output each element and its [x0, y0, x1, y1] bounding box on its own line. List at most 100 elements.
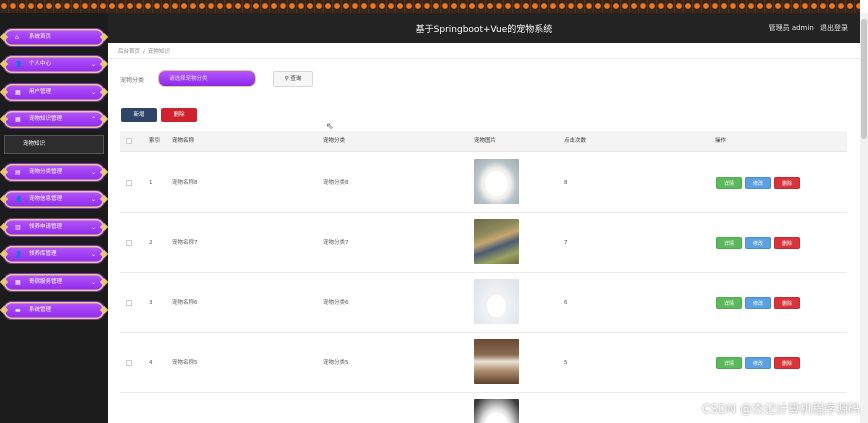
edit-button[interactable]: 修改	[745, 357, 771, 369]
column-header-clicks: 点击次数	[564, 138, 587, 144]
edit-button[interactable]: 修改	[745, 237, 771, 249]
sidebar-item-label: 领养申请管理	[29, 224, 63, 230]
row-checkbox[interactable]	[126, 180, 132, 186]
divider	[108, 58, 860, 59]
chevron-down-icon: ⌄	[90, 169, 96, 176]
sidebar: ⌂ 系统首页 👤 个人中心 ⌄ ▦ 用户管理 ⌄ ▦ 宠物知识管理 ⌃ 宠物知识…	[0, 13, 108, 423]
breadcrumb-home[interactable]: 后台首页	[118, 49, 140, 55]
pet-image	[474, 399, 519, 423]
cell-category: 宠物分类8	[323, 180, 349, 186]
cell-index: 1	[149, 180, 153, 186]
edit-button[interactable]: 修改	[745, 177, 771, 189]
detail-button[interactable]: 详情	[716, 237, 742, 249]
select-all-checkbox[interactable]	[126, 138, 132, 144]
sidebar-item-boarding-service-management[interactable]: ▦ 寄宿服务管理 ⌄	[4, 274, 104, 291]
chevron-down-icon: ⌄	[90, 61, 96, 68]
cell-index: 2	[149, 240, 153, 246]
chevron-down-icon: ⌄	[90, 251, 96, 258]
column-header-name: 宠物名称	[172, 138, 195, 144]
cell-clicks: 6	[564, 300, 568, 306]
sidebar-item-pet-knowledge-management[interactable]: ▦ 宠物知识管理 ⌃	[4, 111, 104, 128]
breadcrumb-separator: /	[143, 49, 145, 55]
list-icon: ▤	[15, 169, 21, 176]
detail-button[interactable]: 详情	[716, 297, 742, 309]
column-header-actions: 操作	[715, 138, 727, 144]
sidebar-item-personal-center[interactable]: 👤 个人中心 ⌄	[4, 56, 104, 73]
add-button[interactable]: 新增	[121, 108, 157, 122]
detail-button[interactable]: 详情	[716, 177, 742, 189]
search-icon: ⚲	[284, 76, 289, 82]
logout-link[interactable]: 退出登录	[820, 24, 848, 32]
sidebar-subitem-pet-knowledge[interactable]: 宠物知识	[4, 135, 104, 154]
category-select[interactable]	[158, 70, 256, 87]
sidebar-item-label: 个人中心	[29, 61, 52, 67]
sidebar-item-label: 领养库管理	[29, 251, 57, 257]
search-button[interactable]: ⚲ 查询	[273, 71, 313, 87]
cell-index: 3	[149, 300, 153, 306]
chevron-down-icon: ⌄	[90, 224, 96, 231]
header-user-area: 管理员 admin 退出登录	[765, 23, 848, 33]
delete-button[interactable]: 删除	[774, 357, 800, 369]
cell-name: 宠物名称7	[172, 240, 198, 246]
search-category-label: 宠物分类	[120, 77, 145, 84]
edit-button[interactable]: 修改	[745, 297, 771, 309]
cell-name: 宠物名称5	[172, 360, 198, 366]
chevron-down-icon: ⌄	[90, 89, 96, 96]
delete-button[interactable]: 删除	[774, 237, 800, 249]
home-icon: ⌂	[15, 34, 19, 41]
sidebar-item-pet-info-management[interactable]: 👤 宠物信息管理 ⌄	[4, 191, 104, 208]
table-header: 索引 宠物名称 宠物分类 宠物图片 点击次数 操作	[120, 131, 847, 152]
sidebar-item-adoption-application-management[interactable]: ▥ 领养申请管理 ⌄	[4, 219, 104, 236]
cell-category: 宠物分类7	[323, 240, 349, 246]
column-header-category: 宠物分类	[323, 138, 346, 144]
delete-button[interactable]: 删除	[774, 177, 800, 189]
pet-image	[474, 159, 519, 204]
sidebar-item-adoption-library-management[interactable]: 👤 领养库管理 ⌄	[4, 246, 104, 263]
cell-clicks: 8	[564, 180, 568, 186]
user-icon: 👤	[15, 196, 23, 203]
pet-image	[474, 279, 519, 324]
cell-category: 宠物分类6	[323, 300, 349, 306]
chevron-down-icon: ⌄	[90, 279, 96, 286]
admin-label: 管理员 admin	[768, 24, 814, 32]
sidebar-item-label: 用户管理	[29, 89, 52, 95]
row-checkbox[interactable]	[126, 300, 132, 306]
sidebar-item-system-management[interactable]: ▬ 系统管理	[4, 302, 104, 319]
table-row: 2 宠物名称7 宠物分类7 7 详情 修改 删除	[120, 212, 847, 273]
sidebar-item-label: 宠物分类管理	[29, 169, 63, 175]
cell-index: 4	[149, 360, 153, 366]
sidebar-subitem-label: 宠物知识	[23, 141, 46, 147]
user-icon: 👤	[15, 251, 23, 258]
scrollbar-thumb[interactable]	[861, 19, 867, 139]
top-header: 基于Springboot+Vue的宠物系统 管理员 admin 退出登录	[108, 13, 860, 43]
sidebar-item-home[interactable]: ⌂ 系统首页	[4, 29, 104, 46]
chart-icon: ▥	[15, 224, 21, 231]
detail-button[interactable]: 详情	[716, 357, 742, 369]
breadcrumb-current: 宠物知识	[147, 49, 170, 55]
cell-category: 宠物分类5	[323, 360, 349, 366]
cell-clicks: 5	[564, 360, 568, 366]
decorative-top-strip	[0, 0, 868, 13]
column-header-index: 索引	[149, 138, 161, 144]
sidebar-item-label: 寄宿服务管理	[29, 279, 63, 285]
cell-clicks: 7	[564, 240, 568, 246]
grid-icon: ▦	[15, 279, 21, 286]
cell-name: 宠物名称6	[172, 300, 198, 306]
top-right-corner	[860, 0, 868, 13]
chevron-up-icon: ⌃	[90, 116, 96, 123]
delete-button[interactable]: 删除	[774, 297, 800, 309]
sidebar-item-label: 系统管理	[29, 307, 52, 313]
row-checkbox[interactable]	[126, 360, 132, 366]
batch-delete-button[interactable]: 删除	[161, 108, 197, 122]
table-row: 3 宠物名称6 宠物分类6 6 详情 修改 删除	[120, 272, 847, 333]
pet-image	[474, 339, 519, 384]
scrollbar[interactable]	[860, 13, 868, 423]
sidebar-item-user-management[interactable]: ▦ 用户管理 ⌄	[4, 84, 104, 101]
chevron-down-icon: ⌄	[90, 196, 96, 203]
breadcrumb: 后台首页 / 宠物知识	[118, 47, 170, 55]
row-checkbox[interactable]	[126, 240, 132, 246]
table-row: 4 宠物名称5 宠物分类5 5 详情 修改 删除	[120, 332, 847, 393]
page-title: 基于Springboot+Vue的宠物系统	[415, 25, 553, 35]
sidebar-item-pet-category-management[interactable]: ▤ 宠物分类管理 ⌄	[4, 164, 104, 181]
pet-image	[474, 219, 519, 264]
